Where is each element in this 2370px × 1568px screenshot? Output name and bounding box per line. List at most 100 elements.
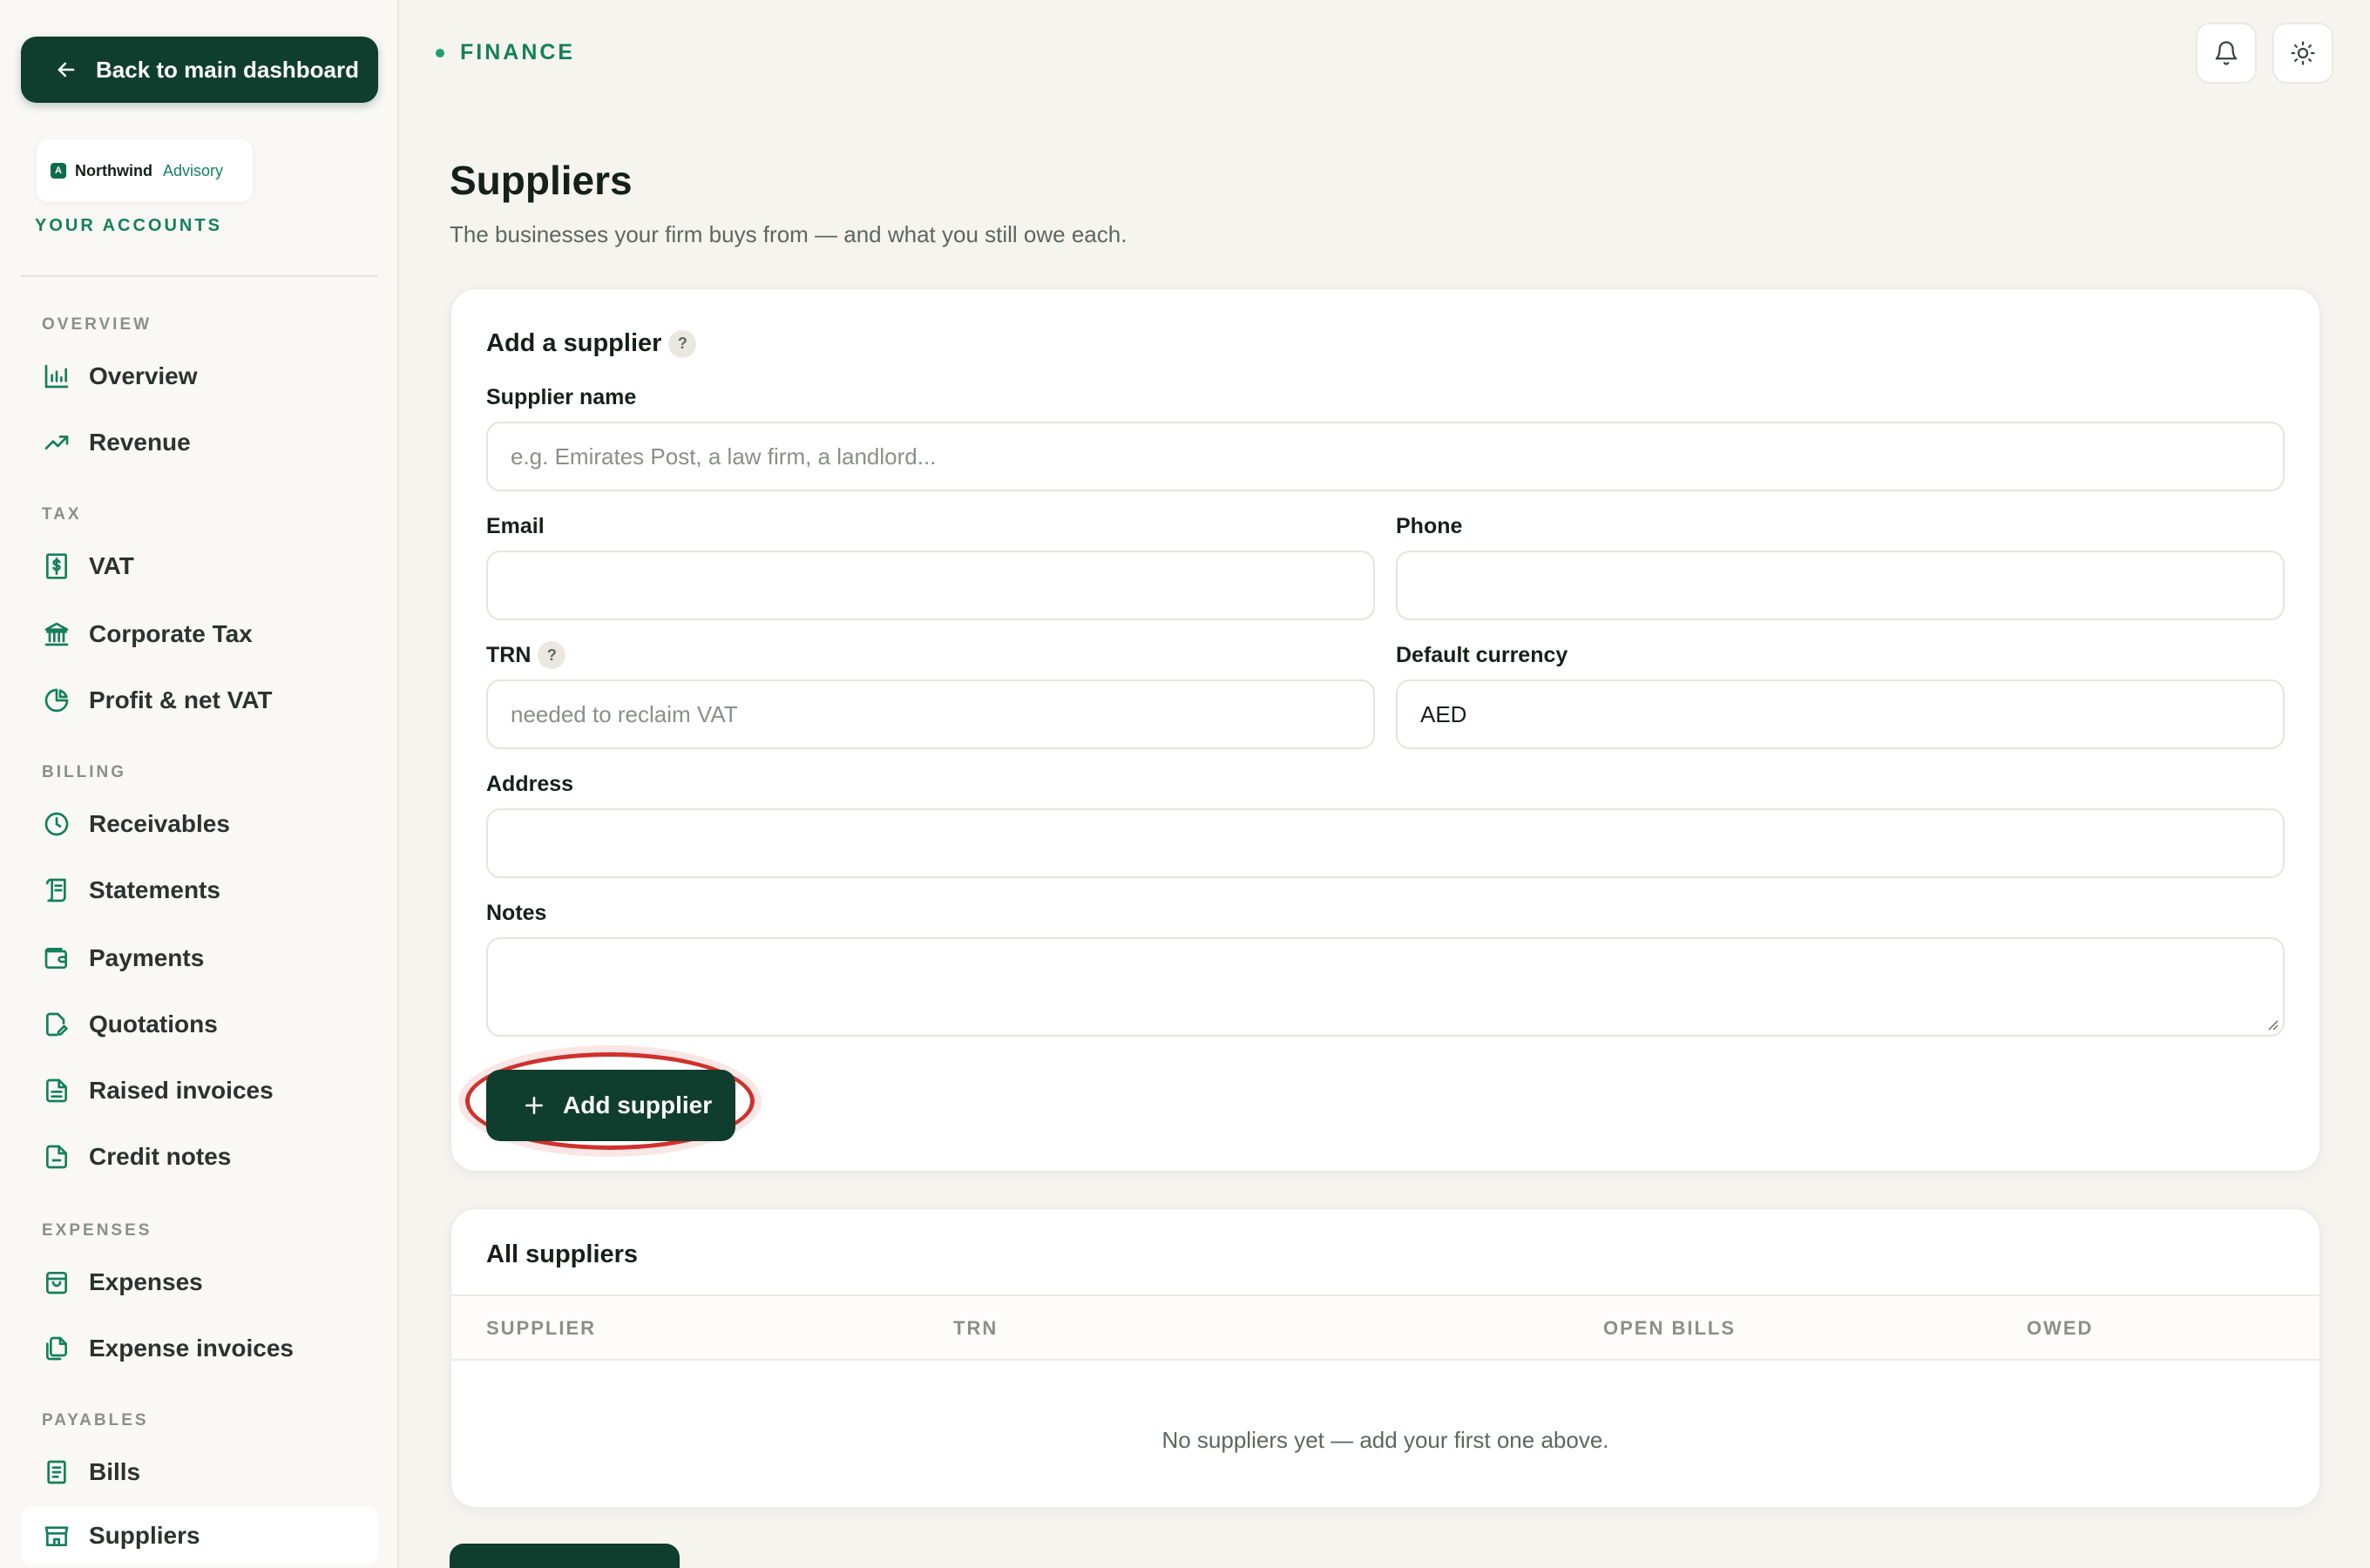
sidebar-item-label: Bills — [89, 1458, 141, 1485]
sidebar-item-label: VAT — [89, 552, 134, 579]
sidebar-item-label: Overview — [89, 362, 198, 389]
sidebar-item-label: Suppliers — [89, 1522, 200, 1549]
default-currency-label: Default currency — [1396, 643, 1568, 667]
add-supplier-title: Add a supplier ? — [486, 329, 697, 358]
sidebar-item-corporate-tax[interactable]: Corporate Tax — [21, 605, 378, 663]
sidebar-item-revenue[interactable]: Revenue — [21, 414, 378, 471]
sidebar-item-statements[interactable]: Statements — [21, 862, 378, 919]
column-header-trn[interactable]: TRN — [953, 1317, 998, 1340]
sidebar-item-label: Statements — [89, 876, 220, 903]
help-icon[interactable]: ? — [538, 641, 566, 669]
brand-sub: Advisory — [162, 161, 224, 179]
sidebar-item-label: Expenses — [89, 1268, 203, 1295]
plus-icon — [525, 1097, 543, 1114]
table-header: SUPPLIER TRN OPEN BILLS OWED — [451, 1294, 2319, 1361]
column-header-supplier[interactable]: SUPPLIER — [486, 1317, 596, 1340]
notes-label: Notes — [486, 901, 547, 925]
bank-icon — [42, 619, 71, 649]
column-header-owed[interactable]: OWED — [2027, 1317, 2093, 1340]
phone-label: Phone — [1396, 514, 1463, 538]
sidebar-item-label: Payments — [89, 944, 205, 971]
sun-icon — [2291, 41, 2315, 65]
sidebar-item-label: Corporate Tax — [89, 620, 253, 647]
page-title: Suppliers — [450, 158, 633, 203]
trending-up-icon — [42, 428, 71, 457]
partial-action-button[interactable] — [450, 1544, 680, 1568]
sidebar-item-label: Quotations — [89, 1010, 218, 1037]
trn-input[interactable]: needed to reclaim VAT — [486, 679, 1375, 749]
sidebar-item-label: Revenue — [89, 429, 191, 456]
sidebar-item-bills[interactable]: Bills — [21, 1443, 378, 1501]
page-subtitle: The businesses your firm buys from — and… — [450, 221, 1127, 247]
receipt-icon — [42, 1457, 71, 1487]
your-accounts-link[interactable]: YOUR ACCOUNTS — [35, 216, 222, 236]
nav-section-expenses: EXPENSES — [42, 1221, 152, 1240]
scroll-icon — [42, 875, 71, 905]
sidebar-item-receivables[interactable]: Receivables — [21, 795, 378, 853]
address-label: Address — [486, 772, 574, 796]
bell-icon — [2215, 41, 2238, 65]
add-supplier-button[interactable]: Add supplier — [486, 1070, 735, 1141]
store-icon — [42, 1521, 71, 1551]
file-edit-icon — [42, 1010, 71, 1039]
sidebar-item-expenses[interactable]: Expenses — [21, 1254, 378, 1311]
status-dot — [436, 48, 444, 57]
sidebar-item-vat[interactable]: VAT — [21, 537, 378, 595]
brand-logo: A — [51, 163, 66, 179]
shopping-bag-icon — [42, 1267, 71, 1297]
brand-name: Northwind — [75, 161, 152, 179]
add-supplier-title-text: Add a supplier — [486, 329, 662, 357]
phone-input[interactable] — [1396, 551, 2285, 620]
trn-label-text: TRN — [486, 642, 532, 667]
back-to-dashboard-button[interactable]: Back to main dashboard — [21, 37, 378, 103]
sidebar-item-label: Expense invoices — [89, 1335, 295, 1362]
sidebar-item-label: Credit notes — [89, 1143, 232, 1170]
account-switcher[interactable]: A Northwind Advisory — [37, 139, 253, 202]
add-supplier-button-label: Add supplier — [563, 1092, 713, 1119]
nav-section-tax: TAX — [42, 505, 82, 524]
back-to-dashboard-label: Back to main dashboard — [96, 56, 359, 83]
receipt-dollar-icon — [42, 551, 71, 581]
help-icon[interactable]: ? — [668, 329, 697, 358]
email-label: Email — [486, 514, 545, 538]
wallet-icon — [42, 943, 71, 973]
file-text-icon — [42, 1076, 71, 1105]
file-icon — [42, 1142, 71, 1172]
breadcrumb: FINANCE — [436, 40, 575, 65]
sidebar: Back to main dashboard A Northwind Advis… — [0, 0, 399, 1568]
theme-toggle-button[interactable] — [2272, 23, 2333, 84]
sidebar-item-quotations[interactable]: Quotations — [21, 996, 378, 1053]
sidebar-item-expense-invoices[interactable]: Expense invoices — [21, 1320, 378, 1377]
nav-section-billing: BILLING — [42, 763, 126, 781]
sidebar-item-payments[interactable]: Payments — [21, 929, 378, 987]
sidebar-item-credit-notes[interactable]: Credit notes — [21, 1128, 378, 1186]
trn-label: TRN ? — [486, 641, 566, 669]
sidebar-item-overview[interactable]: Overview — [21, 348, 378, 405]
sidebar-divider — [21, 275, 378, 277]
default-currency-input[interactable]: AED — [1396, 679, 2285, 749]
all-suppliers-title: All suppliers — [486, 1240, 639, 1268]
all-suppliers-card: All suppliers SUPPLIER TRN OPEN BILLS OW… — [450, 1207, 2321, 1509]
supplier-name-input[interactable]: e.g. Emirates Post, a law firm, a landlo… — [486, 422, 2285, 491]
sidebar-item-label: Raised invoices — [89, 1077, 274, 1104]
add-supplier-card: Add a supplier ? Supplier name e.g. Emir… — [450, 287, 2321, 1173]
sidebar-item-profit-net-vat[interactable]: Profit & net VAT — [21, 672, 378, 729]
sidebar-item-suppliers[interactable]: Suppliers — [21, 1507, 378, 1565]
nav-section-payables: PAYABLES — [42, 1411, 149, 1429]
arrow-left-icon — [58, 62, 75, 78]
nav-section-overview: OVERVIEW — [42, 315, 152, 334]
pie-chart-icon — [42, 686, 71, 715]
breadcrumb-section: FINANCE — [460, 40, 576, 64]
email-input[interactable] — [486, 551, 1375, 620]
sidebar-item-label: Profit & net VAT — [89, 686, 273, 713]
sidebar-item-raised-invoices[interactable]: Raised invoices — [21, 1062, 378, 1119]
notifications-button[interactable] — [2196, 23, 2257, 84]
notes-textarea[interactable] — [486, 937, 2285, 1037]
sidebar-item-label: Receivables — [89, 810, 230, 837]
column-header-open-bills[interactable]: OPEN BILLS — [1603, 1317, 1736, 1340]
address-input[interactable] — [486, 808, 2285, 878]
resize-handle-icon[interactable] — [2265, 1017, 2279, 1031]
clock-icon — [42, 809, 71, 839]
empty-state-message: No suppliers yet — add your first one ab… — [1161, 1427, 1609, 1453]
files-icon — [42, 1334, 71, 1363]
